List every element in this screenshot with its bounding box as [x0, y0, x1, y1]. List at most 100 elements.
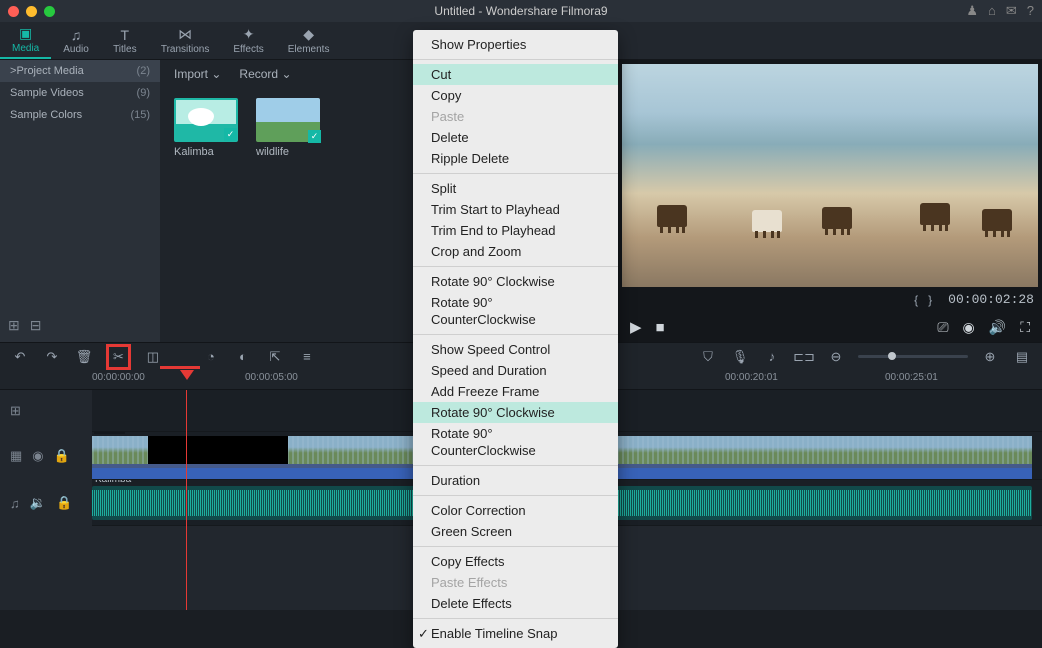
speed-icon[interactable]: ◔	[201, 347, 221, 367]
menu-separator	[413, 495, 618, 496]
tab-titles[interactable]: T Titles	[101, 22, 149, 59]
tab-transitions[interactable]: ⋈ Transitions	[149, 22, 222, 59]
account-icon[interactable]: ♟	[966, 3, 978, 19]
record-dropdown[interactable]: Record ⌄	[239, 67, 291, 81]
context-menu-item[interactable]: Delete	[413, 127, 618, 148]
adjust-icon[interactable]: ≡	[297, 347, 317, 367]
add-track-icon[interactable]: ⊞	[10, 403, 21, 419]
context-menu-item[interactable]: Copy Effects	[413, 551, 618, 572]
clip-label: Kalimba	[95, 480, 131, 485]
fullscreen-window-button[interactable]	[44, 6, 55, 17]
cart-icon[interactable]: ⌂	[988, 3, 996, 19]
chevron-down-icon: ⌄	[211, 67, 221, 81]
context-menu-item[interactable]: Trim Start to Playhead	[413, 199, 618, 220]
clip-label: wildlife	[94, 432, 125, 434]
crop-icon[interactable]: ◫	[143, 347, 163, 367]
context-menu-item[interactable]: Crop and Zoom	[413, 241, 618, 262]
context-menu-item[interactable]: Rotate 90° CounterClockwise	[413, 423, 618, 461]
tab-label: Transitions	[161, 44, 210, 55]
sidebar-item-sample-videos[interactable]: Sample Videos (9)	[0, 82, 160, 104]
note-icon[interactable]: ♫	[10, 496, 20, 511]
context-menu-item[interactable]: Green Screen	[413, 521, 618, 542]
context-menu-item[interactable]: Ripple Delete	[413, 148, 618, 169]
context-menu-item[interactable]: Delete Effects	[413, 593, 618, 614]
thumb-label: wildlife	[256, 146, 320, 158]
context-menu-item[interactable]: Enable Timeline Snap	[413, 623, 618, 644]
tab-label: Titles	[113, 44, 137, 55]
mail-icon[interactable]: ✉	[1006, 3, 1017, 19]
redo-icon[interactable]: ↷	[42, 347, 62, 367]
shield-icon[interactable]: ⛉	[698, 347, 718, 367]
playhead-marker[interactable]	[180, 370, 194, 380]
tab-effects[interactable]: ✦ Effects	[221, 22, 275, 59]
media-sidebar: >Project Media (2) Sample Videos (9) Sam…	[0, 60, 160, 342]
context-menu-item[interactable]: Add Freeze Frame	[413, 381, 618, 402]
tab-elements[interactable]: ◆ Elements	[276, 22, 342, 59]
camera-icon[interactable]: ◉	[963, 319, 975, 336]
tab-media[interactable]: ▣ Media	[0, 22, 51, 59]
menu-separator	[413, 173, 618, 174]
zoom-in-icon[interactable]: ⊕	[980, 347, 1000, 367]
sidebar-item-label: Sample Videos	[10, 87, 84, 99]
folder-plus-icon[interactable]: ⊞	[8, 317, 20, 334]
screenshot-icon[interactable]: ⎚	[937, 319, 948, 336]
volume-icon[interactable]: 🔊	[989, 319, 1006, 336]
transition-icon: ⋈	[178, 26, 192, 43]
undo-icon[interactable]: ↶	[10, 347, 30, 367]
scissors-icon[interactable]: ✂	[106, 344, 131, 370]
thumb-label: Kalimba	[174, 146, 238, 158]
context-menu-item[interactable]: Copy	[413, 85, 618, 106]
cc-icon[interactable]: ⊏⊐	[794, 347, 814, 367]
play-icon[interactable]: ▶	[630, 318, 642, 336]
context-menu-item[interactable]: Show Speed Control	[413, 339, 618, 360]
context-menu-item[interactable]: Show Properties	[413, 34, 618, 55]
export-icon[interactable]: ⇱	[265, 347, 285, 367]
context-menu-item[interactable]: Rotate 90° CounterClockwise	[413, 292, 618, 330]
tab-audio[interactable]: ♫ Audio	[51, 22, 101, 59]
window-title: Untitled - Wondershare Filmora9	[434, 4, 607, 18]
zoom-slider[interactable]	[858, 355, 968, 358]
help-icon[interactable]: ?	[1027, 3, 1034, 19]
lock-icon[interactable]: 🔒	[56, 495, 72, 511]
folder-x-icon[interactable]: ⊟	[30, 317, 42, 334]
context-menu-item[interactable]: Color Correction	[413, 500, 618, 521]
edit-icon[interactable]: ▦	[10, 448, 22, 464]
mic-icon[interactable]: 🎙	[730, 347, 750, 367]
context-menu-item[interactable]: Rotate 90° Clockwise	[413, 402, 618, 423]
close-window-button[interactable]	[8, 6, 19, 17]
context-menu-item[interactable]: Rotate 90° Clockwise	[413, 271, 618, 292]
video-clip-black-segment	[148, 436, 288, 464]
context-menu-item[interactable]: Cut	[413, 64, 618, 85]
ruler-tick: 00:00:20:01	[725, 372, 778, 383]
context-menu-item[interactable]: Trim End to Playhead	[413, 220, 618, 241]
stop-icon[interactable]: ■	[656, 319, 665, 336]
list-icon[interactable]: ▤	[1012, 347, 1032, 367]
zoom-out-icon[interactable]: ⊖	[826, 347, 846, 367]
context-menu-item[interactable]: Split	[413, 178, 618, 199]
eye-icon[interactable]: ◉	[32, 448, 43, 464]
lock-icon[interactable]: 🔒	[54, 448, 70, 464]
sidebar-item-sample-colors[interactable]: Sample Colors (15)	[0, 104, 160, 126]
playhead-line[interactable]	[186, 390, 187, 610]
mark-out-icon[interactable]: }	[928, 293, 932, 307]
trash-icon[interactable]: 🗑	[74, 347, 94, 367]
context-menu: Show PropertiesCutCopyPasteDeleteRipple …	[413, 30, 618, 648]
color-icon[interactable]: ◐	[233, 347, 253, 367]
preview-canvas[interactable]	[622, 64, 1038, 287]
context-menu-item[interactable]: Duration	[413, 470, 618, 491]
context-menu-item[interactable]: Speed and Duration	[413, 360, 618, 381]
music-icon[interactable]: ♪	[762, 347, 782, 367]
fullscreen-icon[interactable]: ⛶	[1020, 319, 1030, 336]
minimize-window-button[interactable]	[26, 6, 37, 17]
menu-separator	[413, 59, 618, 60]
media-thumb-kalimba[interactable]: ✓ Kalimba	[174, 98, 238, 158]
check-icon: ✓	[224, 128, 237, 141]
import-dropdown[interactable]: Import ⌄	[174, 67, 221, 81]
sidebar-item-project-media[interactable]: >Project Media (2)	[0, 60, 160, 82]
mark-in-icon[interactable]: {	[914, 293, 918, 307]
media-thumb-wildlife[interactable]: ✓ wildlife	[256, 98, 320, 158]
ruler-tick: 00:00:00:00	[92, 372, 145, 383]
tab-label: Elements	[288, 44, 330, 55]
playhead-underline	[160, 366, 200, 369]
volume-icon[interactable]: 🔉	[30, 495, 46, 511]
